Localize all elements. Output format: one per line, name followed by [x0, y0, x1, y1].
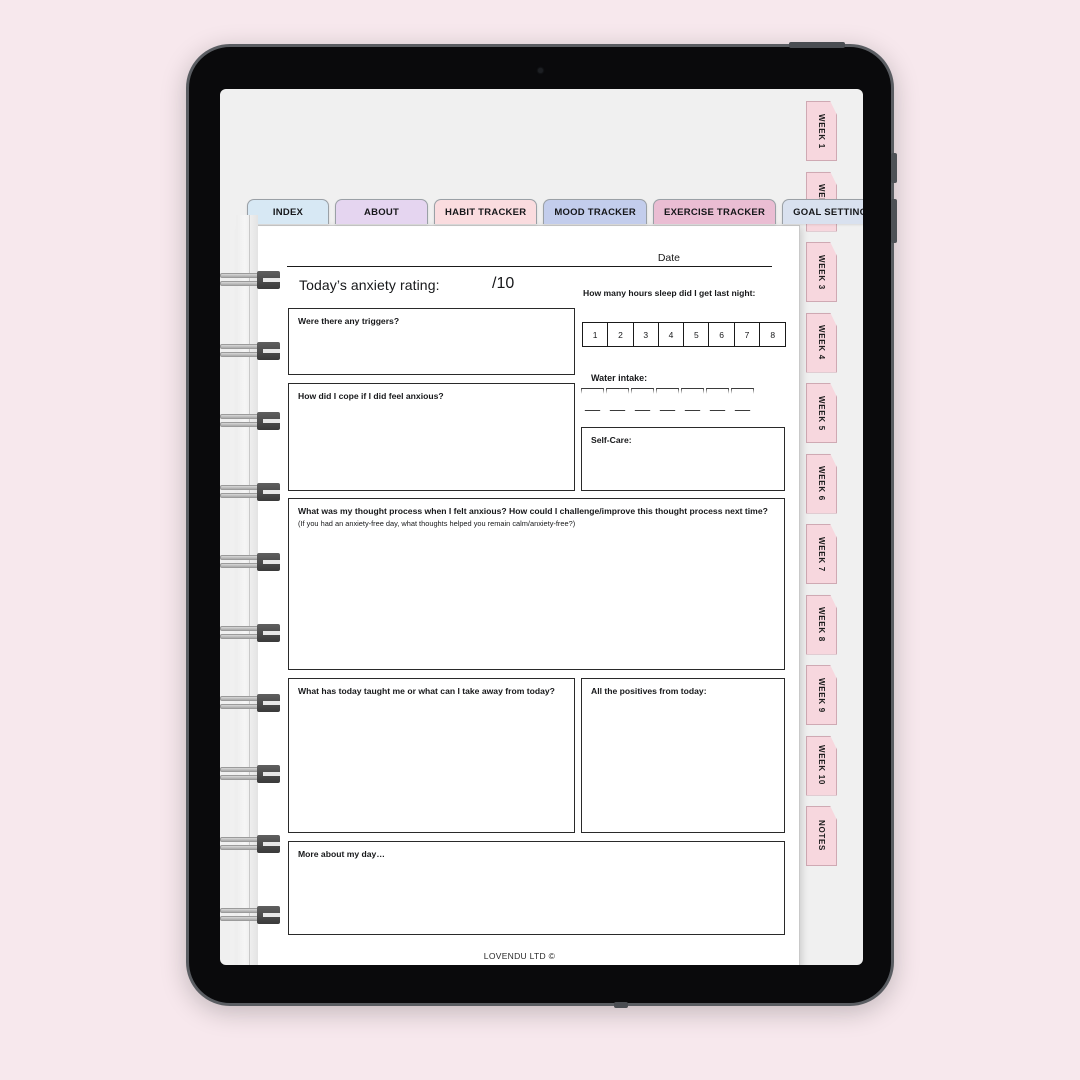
sleep-hour-cell-8[interactable]: 8 [760, 323, 785, 346]
sleep-hour-cell-7[interactable]: 7 [735, 323, 761, 346]
week-tab-week-10[interactable]: WEEK 10 [806, 735, 837, 796]
week-tab-label: WEEK 6 [817, 466, 826, 501]
spiral-ring [220, 482, 280, 501]
more-about-day-answer-box[interactable]: More about my day… [288, 841, 785, 935]
cope-answer-box[interactable]: How did I cope if I did feel anxious? [288, 383, 575, 491]
triggers-answer-box[interactable]: Were there any triggers? [288, 308, 575, 375]
water-cup-icon[interactable] [581, 388, 604, 411]
week-tab-week-6[interactable]: WEEK 6 [806, 453, 837, 514]
week-tab-week-3[interactable]: WEEK 3 [806, 242, 837, 302]
spiral-ring [220, 905, 280, 924]
sleep-hour-cell-5[interactable]: 5 [684, 323, 710, 346]
week-tab-notes[interactable]: NOTES [806, 806, 837, 866]
thought-process-question-sub: (If you had an anxiety-free day, what th… [298, 519, 576, 529]
sleep-hour-cell-6[interactable]: 6 [709, 323, 735, 346]
week-tab-week-4[interactable]: WEEK 4 [806, 312, 837, 373]
bottom-port [614, 1002, 628, 1008]
chapter-tab-about[interactable]: ABOUT [335, 199, 428, 224]
spiral-ring [220, 694, 280, 712]
sleep-hours-selector[interactable]: 12345678 [582, 322, 787, 347]
sleep-hour-cell-4[interactable]: 4 [659, 323, 685, 346]
week-tab-label: NOTES [817, 820, 826, 852]
power-button[interactable] [789, 42, 845, 48]
water-cup-icon[interactable] [631, 388, 654, 411]
taught-answer-box[interactable]: What has today taught me or what can I t… [288, 678, 575, 833]
front-camera-icon [538, 68, 543, 73]
sleep-hour-cell-2[interactable]: 2 [608, 323, 634, 346]
thought-process-question-label: What was my thought process when I felt … [298, 505, 776, 530]
spiral-ring [220, 553, 280, 571]
week-tab-week-5[interactable]: WEEK 5 [806, 383, 837, 443]
sleep-question-label: How many hours sleep did I get last nigh… [583, 288, 756, 298]
date-line[interactable]: Date [287, 246, 772, 267]
spiral-ring [220, 341, 280, 360]
week-tab-label: WEEK 8 [817, 607, 826, 642]
sleep-hour-cell-1[interactable]: 1 [583, 323, 609, 346]
spiral-ring [220, 412, 280, 430]
week-tab-label: WEEK 1 [817, 113, 826, 149]
date-label: Date [657, 252, 680, 264]
week-tab-week-7[interactable]: WEEK 7 [806, 524, 837, 584]
spiral-ring [220, 835, 280, 853]
taught-question-label: What has today taught me or what can I t… [298, 686, 555, 696]
week-tab-label: WEEK 9 [817, 677, 826, 713]
self-care-answer-box[interactable]: Self-Care: [581, 427, 785, 491]
water-cup-icon[interactable] [606, 388, 629, 411]
sleep-hour-cell-3[interactable]: 3 [634, 323, 659, 346]
spiral-ring [220, 764, 280, 783]
week-tab-label: WEEK 10 [817, 745, 826, 786]
chapter-tab-mood-tracker[interactable]: MOOD TRACKER [543, 199, 647, 224]
water-intake-label: Water intake: [591, 373, 648, 383]
thought-process-question-main: What was my thought process when I felt … [298, 506, 768, 516]
page-footer: LOVENDU LTD © [483, 951, 556, 961]
week-tab-week-1[interactable]: WEEK 1 [806, 101, 837, 161]
screenshot-root: INDEX ABOUT HABIT TRACKER MOOD TRACKER EXERC… [0, 0, 1080, 1080]
chapter-tab-index[interactable]: INDEX [247, 199, 329, 224]
water-cup-icon[interactable] [656, 388, 679, 411]
week-tab-label: WEEK 4 [817, 325, 826, 360]
week-tab-label: WEEK 7 [817, 536, 826, 572]
thought-process-answer-box[interactable]: What was my thought process when I felt … [288, 498, 785, 670]
water-intake-cups[interactable] [581, 388, 754, 411]
tablet-device: INDEX ABOUT HABIT TRACKER MOOD TRACKER EXERC… [186, 42, 897, 1008]
chapter-tab-habit-tracker[interactable]: HABIT TRACKER [434, 199, 538, 224]
week-tab-week-8[interactable]: WEEK 8 [806, 594, 837, 655]
water-cup-icon[interactable] [731, 388, 754, 411]
more-about-day-label: More about my day… [298, 849, 385, 859]
week-tab-label: WEEK 5 [817, 395, 826, 431]
self-care-label: Self-Care: [591, 435, 632, 445]
triggers-question-label: Were there any triggers? [298, 316, 400, 326]
week-tab-week-9[interactable]: WEEK 9 [806, 665, 837, 725]
positives-answer-box[interactable]: All the positives from today: [581, 678, 785, 833]
volume-down-button[interactable] [891, 199, 897, 243]
cope-question-label: How did I cope if I did feel anxious? [298, 391, 444, 401]
spiral-ring [220, 271, 280, 289]
water-cup-icon[interactable] [706, 388, 729, 411]
week-tab-label: WEEK 3 [817, 254, 826, 290]
water-cup-icon[interactable] [681, 388, 704, 411]
positives-question-label: All the positives from today: [591, 686, 707, 696]
journal-page: Date Today’s anxiety rating: /10 How man… [239, 225, 800, 965]
chapter-tab-bar: INDEX ABOUT HABIT TRACKER MOOD TRACKER EXERC… [247, 199, 863, 224]
anxiety-rating-scale: /10 [492, 275, 515, 292]
volume-up-button[interactable] [891, 153, 897, 183]
spiral-ring [220, 623, 280, 642]
chapter-tab-goal-setting[interactable]: GOAL SETTING [782, 199, 863, 224]
chapter-tab-exercise-tracker[interactable]: EXERCISE TRACKER [653, 199, 777, 224]
tablet-screen: INDEX ABOUT HABIT TRACKER MOOD TRACKER EXERC… [220, 89, 863, 965]
anxiety-rating-label: Today’s anxiety rating: [299, 277, 440, 293]
